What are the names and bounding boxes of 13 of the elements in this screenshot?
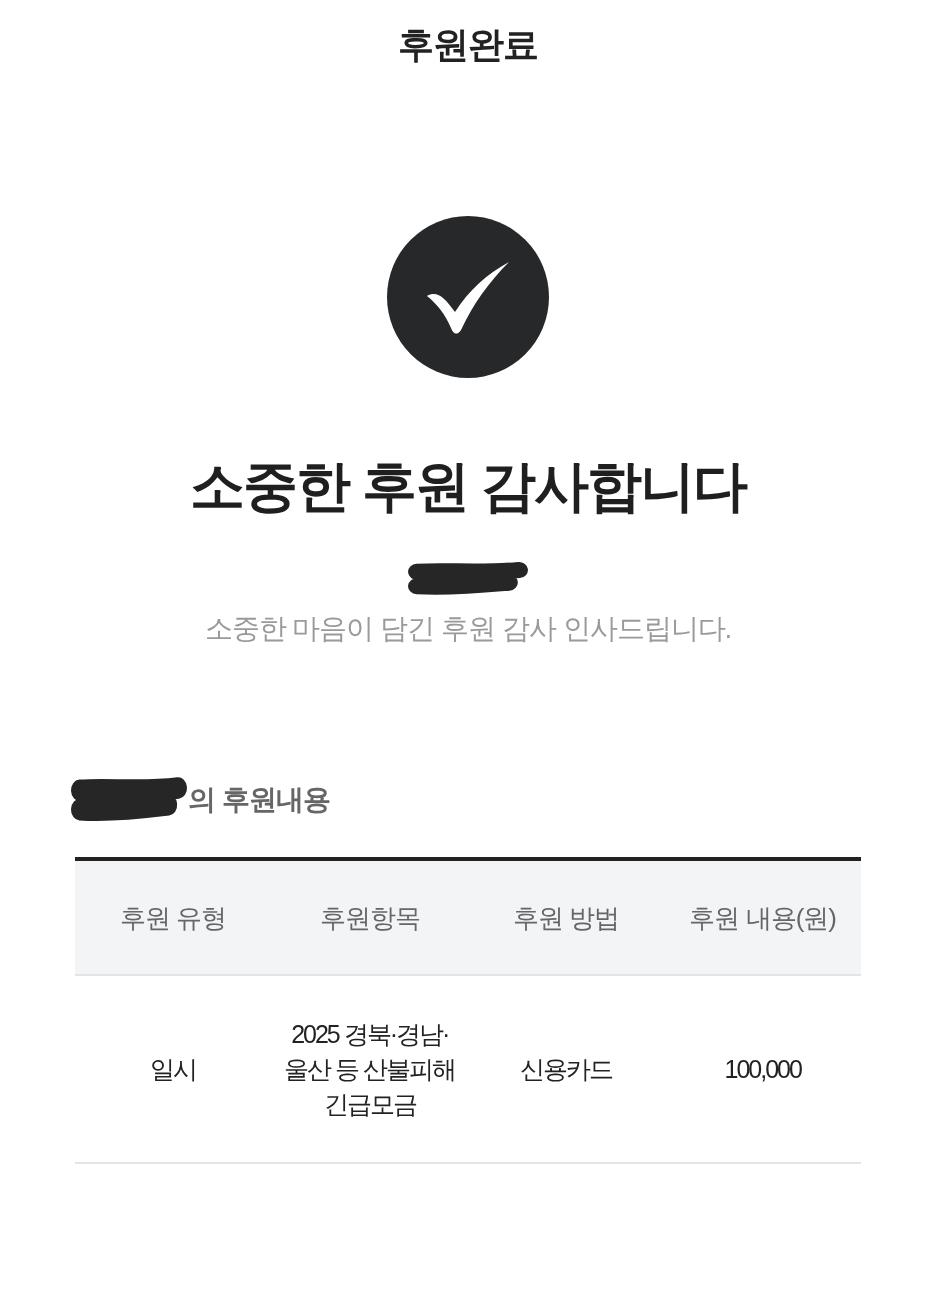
table-cell-text: 100,000 — [724, 1053, 801, 1085]
column-header: 후원 유형 — [120, 901, 227, 935]
column-header: 후원 내용(원) — [689, 901, 836, 935]
table-cell-text: 2025 경북·경남·울산 등 산불피해 긴급모금 — [283, 1018, 457, 1120]
thanks-message: 소중한 마음이 담긴 후원 감사 인사드립니다. — [204, 612, 732, 646]
table-cell-text: 신용카드 — [520, 1053, 613, 1085]
table-cell-text: 일시 — [150, 1053, 197, 1085]
column-header: 후원항목 — [319, 901, 420, 935]
column-header: 후원 방법 — [513, 901, 620, 935]
page-title: 후원완료 — [398, 23, 538, 67]
check-circle-icon — [387, 216, 549, 378]
thanks-heading: 소중한 후원 감사합니다 — [189, 454, 747, 519]
section-title: 의 후원내용 — [188, 783, 330, 817]
